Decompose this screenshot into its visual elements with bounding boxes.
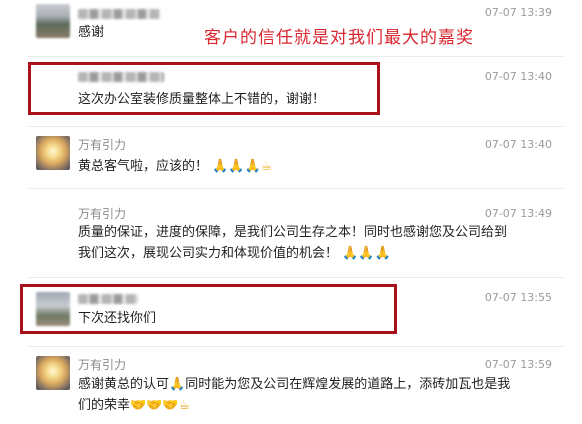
avatar[interactable]: [36, 136, 70, 170]
divider: [28, 56, 564, 57]
message-text: 感谢: [78, 25, 105, 40]
sender-name: [78, 72, 164, 82]
message-time: 07-07 13:49: [484, 207, 552, 220]
message-text-content: 我们这次，展现公司实力和体现价值的机会！: [78, 246, 339, 261]
sender-name: 万有引力: [78, 358, 127, 372]
message-time: 07-07 13:55: [484, 291, 552, 304]
message-time: 07-07 13:59: [484, 358, 552, 371]
avatar[interactable]: [36, 356, 70, 390]
message-text-line: 们的荣幸🤝🤝🤝☕: [78, 395, 548, 416]
message-text: 黄总客气啦，应该的！ 🙏🙏🙏☕: [78, 156, 548, 177]
emoji-icon: 🤝🤝🤝☕: [130, 398, 191, 413]
emoji-icon: 🙏🙏🙏☕: [212, 159, 273, 174]
divider: [28, 126, 564, 127]
divider: [28, 277, 564, 278]
message-text-content: 们的荣幸: [78, 398, 131, 413]
message-text: 这次办公室装修质量整体上不错的，谢谢！: [78, 92, 326, 107]
avatar[interactable]: [36, 4, 70, 38]
sender-name: 万有引力: [78, 138, 127, 152]
message-text: 质量的保证，进度的保障，是我们公司生存之本！同时也感谢您及公司给到 我们这次，展…: [78, 222, 548, 264]
message-text-content: 同时能为您及公司在辉煌发展的道路上，添砖加瓦也是我: [185, 377, 511, 392]
divider: [28, 346, 564, 347]
message-text-content: 黄总客气啦，应该的！: [78, 159, 209, 174]
emoji-icon: 🙏🙏🙏: [342, 246, 391, 261]
message-text: 感谢黄总的认可🙏同时能为您及公司在辉煌发展的道路上，添砖加瓦也是我 们的荣幸🤝🤝…: [78, 374, 548, 416]
message-time: 07-07 13:40: [484, 70, 552, 83]
message-text: 下次还找你们: [78, 311, 157, 326]
avatar[interactable]: [36, 292, 70, 326]
sender-name: 万有引力: [78, 207, 127, 221]
sender-name: [78, 9, 160, 19]
emoji-icon: 🙏: [169, 377, 186, 392]
message-time: 07-07 13:39: [484, 6, 552, 19]
message-text-line: 感谢黄总的认可🙏同时能为您及公司在辉煌发展的道路上，添砖加瓦也是我: [78, 374, 548, 395]
message-text-content: 感谢黄总的认可: [78, 377, 170, 392]
message-time: 07-07 13:40: [484, 138, 552, 151]
sender-name: [78, 294, 138, 304]
divider: [28, 188, 564, 189]
message-text-line: 我们这次，展现公司实力和体现价值的机会！ 🙏🙏🙏: [78, 243, 548, 264]
message-text-line: 质量的保证，进度的保障，是我们公司生存之本！同时也感谢您及公司给到: [78, 225, 508, 240]
